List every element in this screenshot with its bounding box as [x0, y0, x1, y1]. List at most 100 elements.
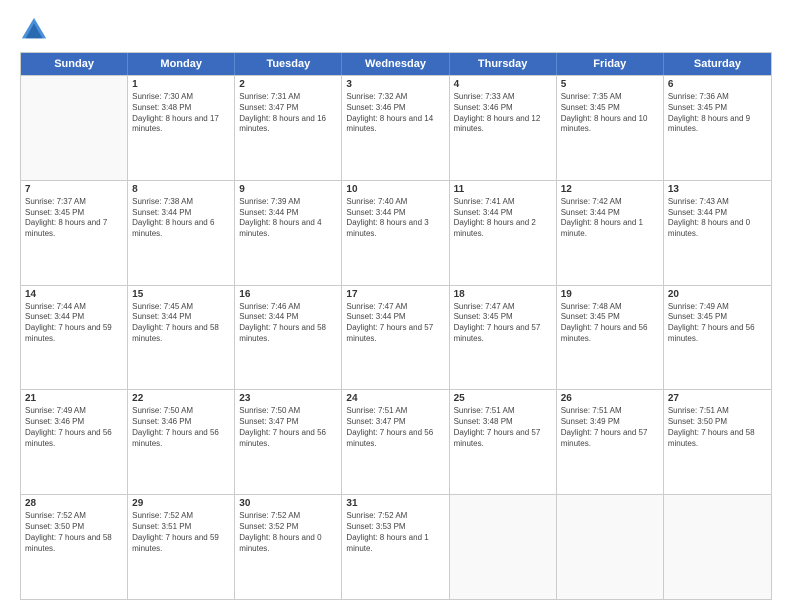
calendar-cell: 19 Sunrise: 7:48 AM Sunset: 3:45 PM Dayli… [557, 286, 664, 390]
day-number: 13 [668, 184, 767, 195]
calendar-cell: 8 Sunrise: 7:38 AM Sunset: 3:44 PM Daylig… [128, 181, 235, 285]
calendar-cell [21, 76, 128, 180]
cell-details: Sunrise: 7:50 AM Sunset: 3:46 PM Dayligh… [132, 406, 230, 449]
cell-details: Sunrise: 7:32 AM Sunset: 3:46 PM Dayligh… [346, 92, 444, 135]
day-number: 23 [239, 393, 337, 404]
calendar-cell: 16 Sunrise: 7:46 AM Sunset: 3:44 PM Dayli… [235, 286, 342, 390]
calendar-cell: 14 Sunrise: 7:44 AM Sunset: 3:44 PM Dayli… [21, 286, 128, 390]
day-number: 30 [239, 498, 337, 509]
cell-details: Sunrise: 7:43 AM Sunset: 3:44 PM Dayligh… [668, 197, 767, 240]
calendar-cell: 25 Sunrise: 7:51 AM Sunset: 3:48 PM Dayli… [450, 390, 557, 494]
cell-details: Sunrise: 7:47 AM Sunset: 3:45 PM Dayligh… [454, 302, 552, 345]
day-number: 6 [668, 79, 767, 90]
header-cell-wednesday: Wednesday [342, 53, 449, 75]
day-number: 19 [561, 289, 659, 300]
cell-details: Sunrise: 7:52 AM Sunset: 3:52 PM Dayligh… [239, 511, 337, 554]
cell-details: Sunrise: 7:35 AM Sunset: 3:45 PM Dayligh… [561, 92, 659, 135]
day-number: 7 [25, 184, 123, 195]
day-number: 29 [132, 498, 230, 509]
day-number: 17 [346, 289, 444, 300]
day-number: 27 [668, 393, 767, 404]
cell-details: Sunrise: 7:48 AM Sunset: 3:45 PM Dayligh… [561, 302, 659, 345]
calendar-cell: 3 Sunrise: 7:32 AM Sunset: 3:46 PM Daylig… [342, 76, 449, 180]
calendar-row-4: 28 Sunrise: 7:52 AM Sunset: 3:50 PM Dayli… [21, 494, 771, 599]
calendar-body: 1 Sunrise: 7:30 AM Sunset: 3:48 PM Daylig… [21, 75, 771, 599]
cell-details: Sunrise: 7:49 AM Sunset: 3:45 PM Dayligh… [668, 302, 767, 345]
cell-details: Sunrise: 7:36 AM Sunset: 3:45 PM Dayligh… [668, 92, 767, 135]
calendar-cell: 27 Sunrise: 7:51 AM Sunset: 3:50 PM Dayli… [664, 390, 771, 494]
calendar-cell [450, 495, 557, 599]
day-number: 14 [25, 289, 123, 300]
calendar-cell: 15Sunrise: 7:45 AM Sunset: 3:44 PM Dayli… [128, 286, 235, 390]
calendar-cell [664, 495, 771, 599]
day-number: 4 [454, 79, 552, 90]
day-number: 21 [25, 393, 123, 404]
calendar-cell: 11 Sunrise: 7:41 AM Sunset: 3:44 PM Dayli… [450, 181, 557, 285]
header-cell-thursday: Thursday [450, 53, 557, 75]
calendar-row-1: 7Sunrise: 7:37 AM Sunset: 3:45 PM Daylig… [21, 180, 771, 285]
calendar-cell: 18 Sunrise: 7:47 AM Sunset: 3:45 PM Dayli… [450, 286, 557, 390]
cell-details: Sunrise: 7:42 AM Sunset: 3:44 PM Dayligh… [561, 197, 659, 240]
page: SundayMondayTuesdayWednesdayThursdayFrid… [0, 0, 792, 612]
calendar-cell: 13 Sunrise: 7:43 AM Sunset: 3:44 PM Dayli… [664, 181, 771, 285]
calendar-header: SundayMondayTuesdayWednesdayThursdayFrid… [21, 53, 771, 75]
calendar-cell: 26 Sunrise: 7:51 AM Sunset: 3:49 PM Dayli… [557, 390, 664, 494]
day-number: 25 [454, 393, 552, 404]
calendar-cell: 30 Sunrise: 7:52 AM Sunset: 3:52 PM Dayli… [235, 495, 342, 599]
header-cell-saturday: Saturday [664, 53, 771, 75]
cell-details: Sunrise: 7:33 AM Sunset: 3:46 PM Dayligh… [454, 92, 552, 135]
cell-details: Sunrise: 7:41 AM Sunset: 3:44 PM Dayligh… [454, 197, 552, 240]
calendar-cell: 22 Sunrise: 7:50 AM Sunset: 3:46 PM Dayli… [128, 390, 235, 494]
calendar-cell: 2Sunrise: 7:31 AM Sunset: 3:47 PM Daylig… [235, 76, 342, 180]
day-number: 3 [346, 79, 444, 90]
calendar-cell: 1 Sunrise: 7:30 AM Sunset: 3:48 PM Daylig… [128, 76, 235, 180]
day-number: 8 [132, 184, 230, 195]
cell-details: Sunrise: 7:38 AM Sunset: 3:44 PM Dayligh… [132, 197, 230, 240]
header-cell-tuesday: Tuesday [235, 53, 342, 75]
cell-details: Sunrise: 7:51 AM Sunset: 3:50 PM Dayligh… [668, 406, 767, 449]
calendar-cell [557, 495, 664, 599]
day-number: 12 [561, 184, 659, 195]
cell-details: Sunrise: 7:51 AM Sunset: 3:47 PM Dayligh… [346, 406, 444, 449]
cell-details: Sunrise: 7:52 AM Sunset: 3:51 PM Dayligh… [132, 511, 230, 554]
calendar-cell: 23 Sunrise: 7:50 AM Sunset: 3:47 PM Dayli… [235, 390, 342, 494]
cell-details: Sunrise: 7:46 AM Sunset: 3:44 PM Dayligh… [239, 302, 337, 345]
day-number: 10 [346, 184, 444, 195]
cell-details: Sunrise: 7:49 AM Sunset: 3:46 PM Dayligh… [25, 406, 123, 449]
calendar-row-2: 14 Sunrise: 7:44 AM Sunset: 3:44 PM Dayli… [21, 285, 771, 390]
cell-details: Sunrise: 7:40 AM Sunset: 3:44 PM Dayligh… [346, 197, 444, 240]
cell-details: Sunrise: 7:52 AM Sunset: 3:50 PM Dayligh… [25, 511, 123, 554]
cell-details: Sunrise: 7:51 AM Sunset: 3:49 PM Dayligh… [561, 406, 659, 449]
header [20, 16, 772, 44]
day-number: 11 [454, 184, 552, 195]
logo [20, 16, 52, 44]
calendar-cell: 20 Sunrise: 7:49 AM Sunset: 3:45 PM Dayli… [664, 286, 771, 390]
cell-details: Sunrise: 7:30 AM Sunset: 3:48 PM Dayligh… [132, 92, 230, 135]
calendar-cell: 6 Sunrise: 7:36 AM Sunset: 3:45 PM Daylig… [664, 76, 771, 180]
day-number: 16 [239, 289, 337, 300]
day-number: 28 [25, 498, 123, 509]
day-number: 9 [239, 184, 337, 195]
header-cell-sunday: Sunday [21, 53, 128, 75]
calendar-cell: 17 Sunrise: 7:47 AM Sunset: 3:44 PM Dayli… [342, 286, 449, 390]
calendar-cell: 21 Sunrise: 7:49 AM Sunset: 3:46 PM Dayli… [21, 390, 128, 494]
logo-icon [20, 16, 48, 44]
calendar-cell: 28 Sunrise: 7:52 AM Sunset: 3:50 PM Dayli… [21, 495, 128, 599]
day-number: 22 [132, 393, 230, 404]
day-number: 20 [668, 289, 767, 300]
cell-details: Sunrise: 7:51 AM Sunset: 3:48 PM Dayligh… [454, 406, 552, 449]
header-cell-friday: Friday [557, 53, 664, 75]
cell-details: Sunrise: 7:44 AM Sunset: 3:44 PM Dayligh… [25, 302, 123, 345]
day-number: 15 [132, 289, 230, 300]
calendar-cell: 7Sunrise: 7:37 AM Sunset: 3:45 PM Daylig… [21, 181, 128, 285]
day-number: 1 [132, 79, 230, 90]
day-number: 5 [561, 79, 659, 90]
cell-details: Sunrise: 7:47 AM Sunset: 3:44 PM Dayligh… [346, 302, 444, 345]
day-number: 26 [561, 393, 659, 404]
day-number: 18 [454, 289, 552, 300]
calendar-cell: 12 Sunrise: 7:42 AM Sunset: 3:44 PM Dayli… [557, 181, 664, 285]
cell-details: Sunrise: 7:50 AM Sunset: 3:47 PM Dayligh… [239, 406, 337, 449]
calendar-cell: 24Sunrise: 7:51 AM Sunset: 3:47 PM Dayli… [342, 390, 449, 494]
header-cell-monday: Monday [128, 53, 235, 75]
calendar-cell: 10 Sunrise: 7:40 AM Sunset: 3:44 PM Dayli… [342, 181, 449, 285]
